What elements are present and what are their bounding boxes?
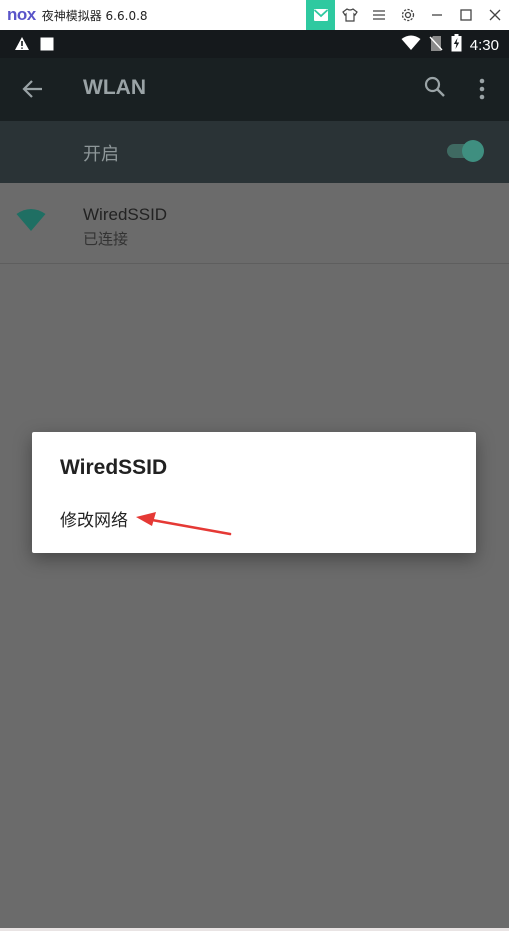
app-bar: WLAN — [0, 58, 509, 121]
maximize-icon[interactable] — [451, 0, 480, 30]
emulator-title: 夜神模拟器 6.6.0.8 — [41, 8, 148, 23]
nox-logo: nox — [7, 5, 36, 24]
annotation-arrow-icon — [136, 512, 232, 536]
network-ssid: WiredSSID — [83, 205, 168, 224]
wlan-toggle-knob[interactable] — [462, 140, 484, 162]
wlan-switch-label: 开启 — [83, 144, 119, 165]
minimize-icon[interactable] — [422, 0, 451, 30]
close-icon[interactable] — [480, 0, 509, 30]
mail-icon[interactable] — [306, 0, 335, 30]
modify-network-option[interactable]: 修改网络 — [60, 506, 128, 531]
shirt-icon[interactable] — [335, 0, 364, 30]
emulator-title-bar: nox 夜神模拟器 6.6.0.8 — [0, 0, 509, 30]
wifi-signal-icon — [401, 35, 421, 55]
search-icon[interactable] — [423, 75, 447, 99]
menu-icon[interactable] — [364, 0, 393, 30]
network-list-item[interactable]: WiredSSID 已连接 — [0, 183, 509, 264]
window-controls — [306, 0, 509, 30]
clock: 4:30 — [469, 36, 499, 54]
back-arrow-icon[interactable] — [20, 76, 46, 102]
battery-charging-icon — [451, 34, 462, 56]
notification-square-icon — [40, 36, 54, 55]
network-options-dialog: WiredSSID 修改网络 — [32, 432, 476, 553]
dialog-title: WiredSSID — [60, 456, 168, 479]
no-sim-icon — [429, 35, 443, 56]
android-status-bar: 4:30 — [0, 30, 509, 58]
gear-icon[interactable] — [393, 0, 422, 30]
network-status: 已连接 — [83, 230, 129, 248]
more-options-icon[interactable] — [473, 75, 491, 103]
wifi-full-icon — [16, 208, 46, 232]
warning-icon — [14, 36, 30, 55]
wlan-switch-row[interactable]: 开启 — [0, 121, 509, 183]
page-title: WLAN — [83, 76, 146, 99]
